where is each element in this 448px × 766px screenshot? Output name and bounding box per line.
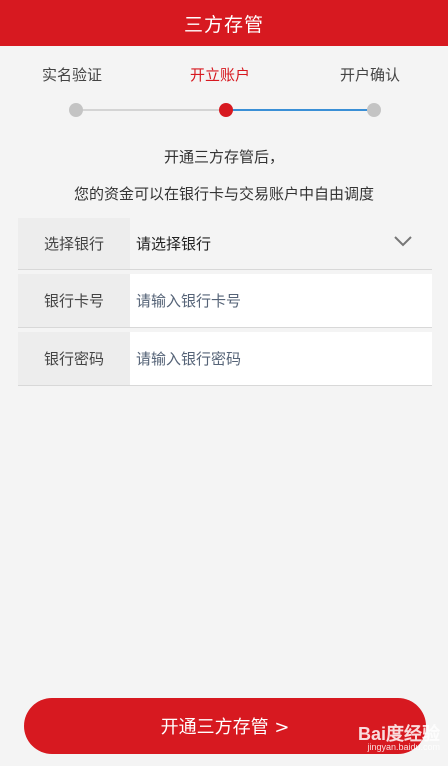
page-title: 三方存管 [183, 13, 264, 36]
info-text-line1: 开通三方存管后， [163, 148, 284, 166]
info-text-line2: 您的资金可以在银行卡与交易账户中自由调度 [73, 185, 374, 203]
bank-select-value: 请选择银行 [136, 235, 212, 253]
bank-select-row[interactable]: 选择银行 请选择银行 [18, 218, 432, 270]
step-label-open-account: 开立账户 [190, 66, 251, 84]
watermark-url: jingyan.baidu.com [367, 742, 440, 752]
bank-select-label: 选择银行 [18, 218, 130, 269]
step-dot-confirm [367, 103, 381, 117]
app-header: 三方存管 [0, 0, 448, 46]
step-line-current [226, 109, 374, 111]
bank-select[interactable]: 请选择银行 [130, 218, 432, 269]
step-dot-verify [69, 103, 83, 117]
step-dot-open-account [219, 103, 233, 117]
bank-password-row: 银行密码 [18, 332, 432, 386]
card-number-label: 银行卡号 [18, 274, 130, 327]
card-number-input[interactable] [136, 291, 432, 310]
step-label-confirm: 开户确认 [340, 66, 401, 84]
bank-password-label: 银行密码 [18, 332, 130, 385]
bank-form: 选择银行 请选择银行 银行卡号 银行密码 [18, 218, 432, 390]
watermark: Bai度经验 jingyan.baidu.com [358, 720, 440, 752]
card-number-row: 银行卡号 [18, 274, 432, 328]
step-line-completed [76, 109, 226, 111]
step-label-verify: 实名验证 [42, 66, 103, 84]
bank-password-input[interactable] [136, 349, 432, 368]
chevron-down-icon[interactable] [394, 235, 412, 247]
step-indicator: 实名验证 开立账户 开户确认 [0, 46, 448, 136]
